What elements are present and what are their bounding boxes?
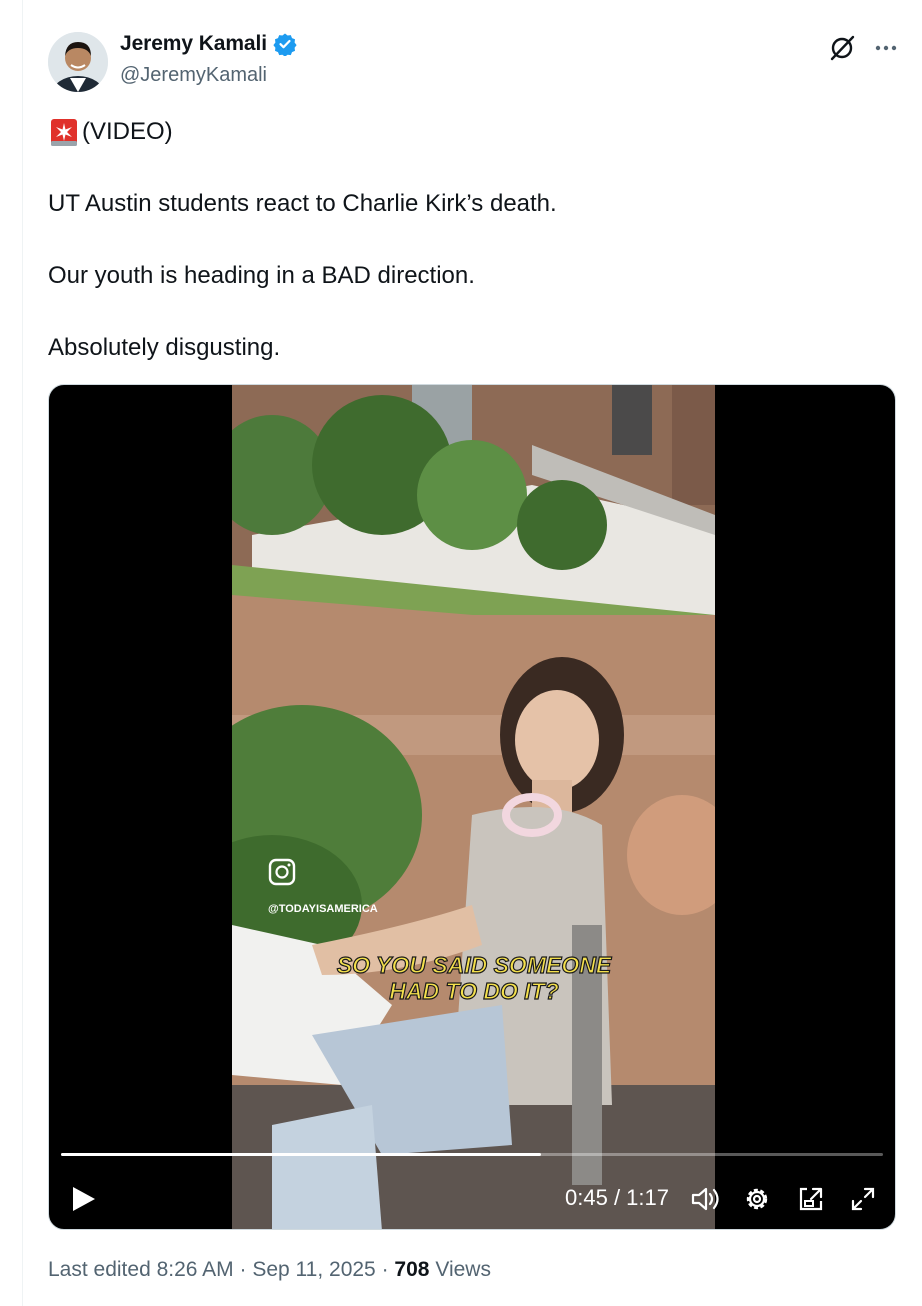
picture-in-picture-icon xyxy=(799,1187,823,1211)
timeline-divider xyxy=(22,0,23,1306)
video-player[interactable]: @TODAYISAMERICA SO YOU SAID SOMEONE HAD … xyxy=(48,384,896,1230)
meta-dot: · xyxy=(381,1258,389,1281)
tweet-text: (VIDEO) UT Austin students react to Char… xyxy=(48,114,888,402)
siren-emoji-icon xyxy=(48,116,80,148)
tweet-meta: Last edited 8:26 AM · Sep 11, 2025 · 708… xyxy=(48,1258,491,1282)
pip-button[interactable] xyxy=(795,1183,827,1215)
play-button[interactable] xyxy=(67,1183,99,1215)
total-time: 1:17 xyxy=(626,1185,669,1210)
video-watermark: @TODAYISAMERICA xyxy=(268,903,378,915)
video-progress-bar[interactable] xyxy=(61,1153,883,1156)
fullscreen-button[interactable] xyxy=(847,1183,879,1215)
author-handle[interactable]: @JeremyKamali xyxy=(120,64,267,87)
video-caption-line-1: SO YOU SAID SOMEONE xyxy=(337,952,612,978)
expand-icon xyxy=(851,1187,875,1211)
more-icon[interactable] xyxy=(874,36,898,65)
video-tag: (VIDEO) xyxy=(82,118,173,145)
avatar[interactable] xyxy=(48,32,108,92)
tweet-line-2: Our youth is heading in a BAD direction. xyxy=(48,262,475,289)
video-caption-line-2: HAD TO DO IT? xyxy=(389,978,559,1004)
video-still: @TODAYISAMERICA SO YOU SAID SOMEONE HAD … xyxy=(232,385,715,1229)
volume-icon xyxy=(691,1187,719,1211)
video-frame[interactable]: @TODAYISAMERICA SO YOU SAID SOMEONE HAD … xyxy=(232,385,715,1229)
tweet-line-3: Absolutely disgusting. xyxy=(48,334,281,361)
gear-icon xyxy=(746,1188,768,1210)
tweet-actions-top xyxy=(828,34,898,67)
volume-button[interactable] xyxy=(689,1183,721,1215)
meta-dot: · xyxy=(239,1258,247,1281)
video-controls: 0:45 / 1:17 xyxy=(49,1181,895,1217)
tweet-line-video: (VIDEO) xyxy=(48,114,888,150)
avatar-image xyxy=(48,32,108,92)
views-label: Views xyxy=(435,1258,491,1281)
time-separator: / xyxy=(607,1185,627,1210)
author-name[interactable]: Jeremy Kamali xyxy=(120,32,267,56)
video-progress-fill xyxy=(61,1153,542,1156)
video-time: 0:45 / 1:17 xyxy=(565,1183,669,1213)
views-count: 708 xyxy=(394,1258,430,1281)
author-name-row: Jeremy Kamali xyxy=(120,32,297,57)
tweet-line-1: UT Austin students react to Charlie Kirk… xyxy=(48,190,557,217)
grok-icon[interactable] xyxy=(828,34,856,67)
edited-label[interactable]: Last edited xyxy=(48,1258,151,1281)
play-icon xyxy=(73,1187,95,1211)
tweet-date[interactable]: Sep 11, 2025 xyxy=(252,1258,375,1281)
tweet-time[interactable]: 8:26 AM xyxy=(157,1258,234,1281)
current-time: 0:45 xyxy=(565,1185,608,1210)
verified-badge-icon[interactable] xyxy=(273,32,297,57)
settings-button[interactable] xyxy=(741,1183,773,1215)
